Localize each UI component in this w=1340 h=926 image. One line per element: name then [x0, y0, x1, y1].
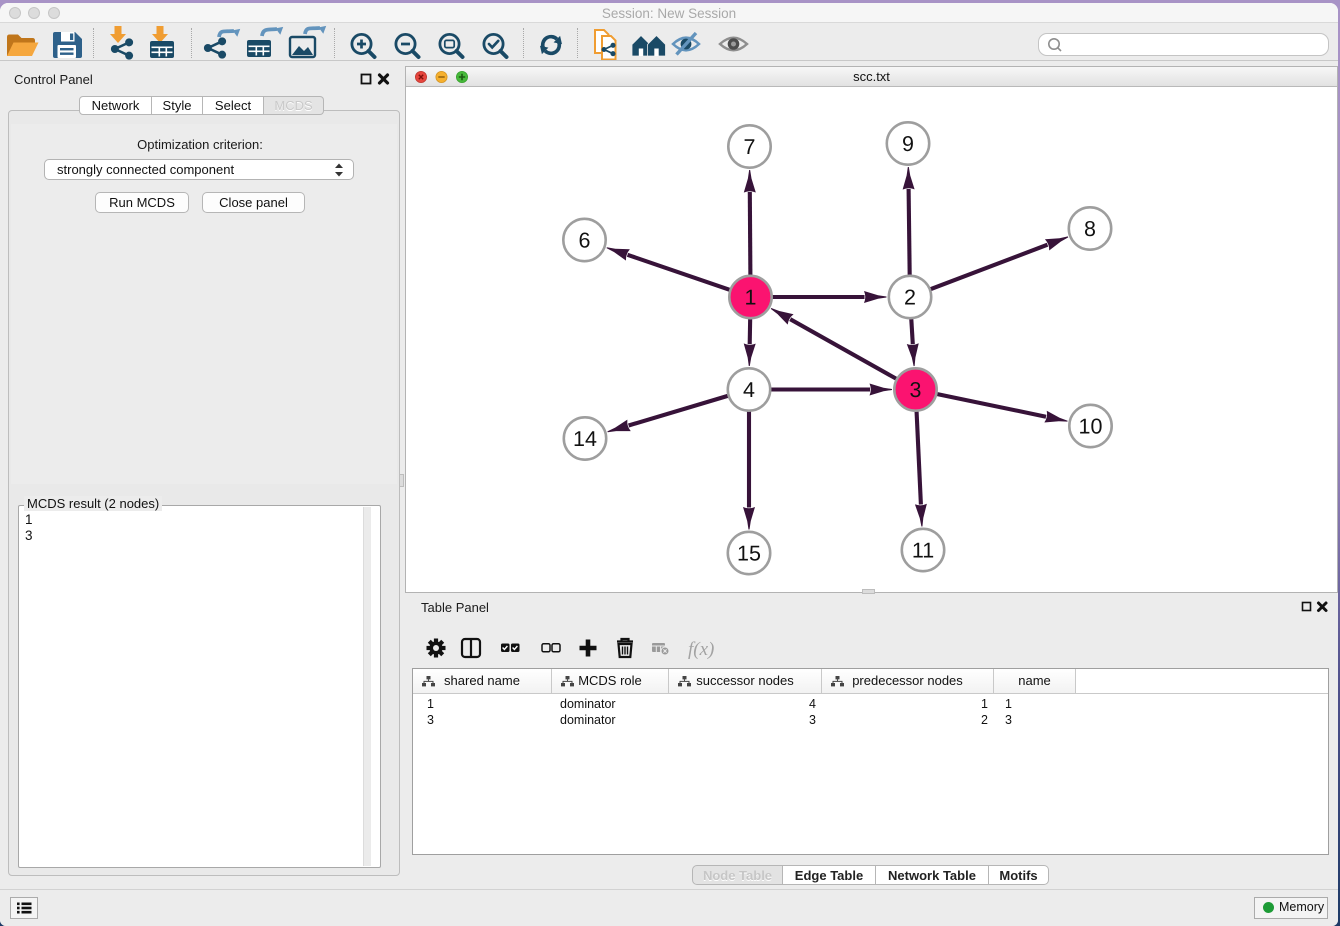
svg-text:7: 7: [744, 135, 756, 159]
svg-text:8: 8: [1084, 217, 1096, 241]
svg-text:10: 10: [1079, 415, 1103, 439]
svg-text:1: 1: [745, 286, 757, 310]
svg-text:2: 2: [904, 286, 916, 310]
svg-text:6: 6: [579, 229, 591, 253]
svg-text:14: 14: [573, 427, 597, 451]
svg-text:9: 9: [902, 132, 914, 156]
svg-text:3: 3: [910, 378, 922, 402]
svg-text:4: 4: [743, 378, 755, 402]
svg-text:f(x): f(x): [688, 639, 714, 660]
svg-text:15: 15: [737, 542, 761, 566]
svg-text:11: 11: [912, 539, 934, 563]
